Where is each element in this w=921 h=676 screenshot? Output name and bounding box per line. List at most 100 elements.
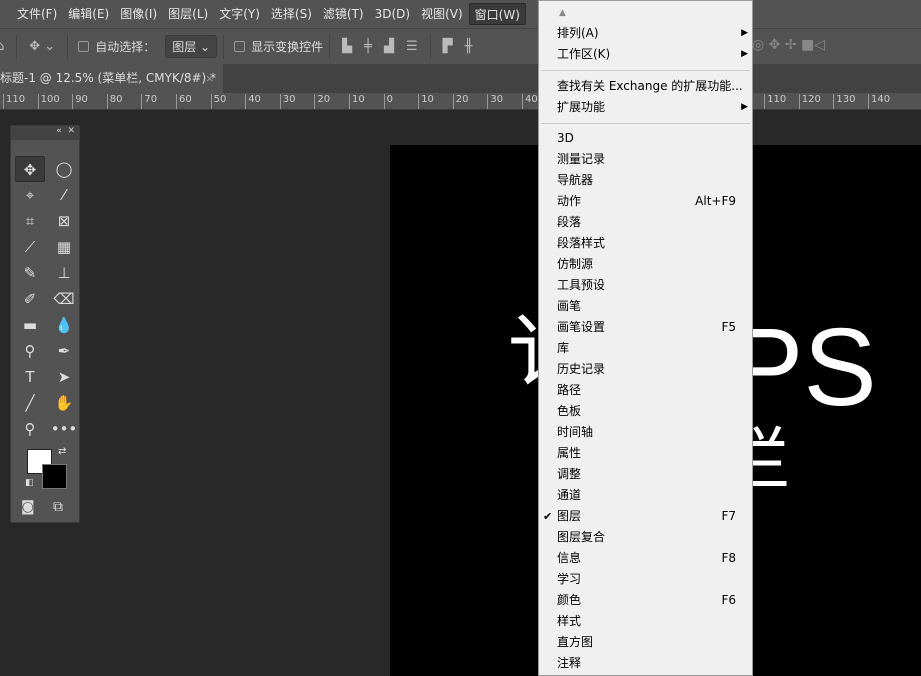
- dodge-tool-icon[interactable]: ⚲: [15, 338, 45, 364]
- crop-tool-icon[interactable]: ⌗: [15, 208, 45, 234]
- menu-6[interactable]: 滤镜(T): [318, 3, 369, 25]
- menu-item[interactable]: 注释: [539, 653, 752, 674]
- scroll-up-arrow-icon[interactable]: ▲: [539, 3, 752, 24]
- menu-5[interactable]: 选择(S): [266, 3, 317, 25]
- screen-mode-icon[interactable]: ⧉: [53, 499, 63, 515]
- close-tab-icon[interactable]: ×: [205, 64, 214, 93]
- stamp-tool-icon[interactable]: ⊥: [49, 260, 79, 286]
- menu-item[interactable]: 属性: [539, 443, 752, 464]
- gradient-tool-icon[interactable]: ▬: [15, 312, 45, 338]
- blur-tool-icon[interactable]: 💧: [49, 312, 79, 338]
- quick-mask-icon[interactable]: ◙: [21, 499, 35, 515]
- align-top-icon[interactable]: ▛: [443, 39, 453, 54]
- menu-item[interactable]: 历史记录: [539, 359, 752, 380]
- menu-item[interactable]: 动作 Alt+F9: [539, 191, 752, 212]
- menu-item[interactable]: 排列(A) ▶: [539, 23, 752, 44]
- menu-7[interactable]: 3D(D): [370, 3, 415, 25]
- more-tools-icon[interactable]: •••: [49, 416, 79, 442]
- 3d-mode-icons[interactable]: ◎ ✥ ✢ ■◁: [752, 37, 825, 53]
- menu-item-label: 颜色: [557, 593, 582, 607]
- show-transform-checkbox[interactable]: [234, 41, 246, 52]
- magic-wand-icon[interactable]: ⁄: [49, 182, 79, 208]
- align-left-icon[interactable]: ▙: [342, 39, 352, 54]
- menu-item-label: 路径: [557, 383, 582, 397]
- menu-9[interactable]: 窗口(W): [468, 3, 526, 25]
- align-vcenter-icon[interactable]: ╫: [465, 39, 473, 54]
- zoom-tool-icon[interactable]: ⚲: [15, 416, 45, 442]
- type-tool-icon[interactable]: T: [15, 364, 45, 390]
- menu-item[interactable]: 查找有关 Exchange 的扩展功能...: [539, 76, 752, 97]
- distribute-icon[interactable]: ☰: [406, 39, 418, 54]
- menu-item[interactable]: 调整: [539, 464, 752, 485]
- frame-tool-icon[interactable]: ⊠: [49, 208, 79, 234]
- move-tool-icon[interactable]: ✥ ⌄: [29, 39, 55, 54]
- background-color-swatch[interactable]: [42, 464, 67, 489]
- menu-item[interactable]: 测量记录: [539, 149, 752, 170]
- menu-3[interactable]: 图层(L): [163, 3, 213, 25]
- pen-tool-icon[interactable]: ✒: [49, 338, 79, 364]
- auto-select-checkbox[interactable]: [78, 41, 90, 52]
- menu-1[interactable]: 编辑(E): [63, 3, 114, 25]
- healing-brush-icon[interactable]: ▦: [49, 234, 79, 260]
- home-icon[interactable]: ⌂: [0, 39, 4, 54]
- menu-item[interactable]: 信息 F8: [539, 548, 752, 569]
- ruler-label: 50: [210, 94, 226, 109]
- ruler-label: 120: [798, 94, 821, 109]
- menu-item[interactable]: 样式: [539, 611, 752, 632]
- menu-item[interactable]: 画笔设置 F5: [539, 317, 752, 338]
- menu-item[interactable]: 图层 F7 ✔: [539, 506, 752, 527]
- checkmark-icon: ✔: [543, 510, 553, 523]
- menu-2[interactable]: 图像(I): [115, 3, 162, 25]
- tools-panel-header[interactable]: « ✕: [11, 126, 79, 140]
- menu-item[interactable]: 路径: [539, 380, 752, 401]
- divider: [329, 34, 331, 59]
- menu-item[interactable]: 工具预设: [539, 275, 752, 296]
- shortcut-label: F8: [721, 551, 736, 565]
- menu-item-label: 动作: [557, 194, 582, 208]
- menu-item[interactable]: 段落样式: [539, 233, 752, 254]
- ruler-label: 100: [37, 94, 60, 109]
- lasso-tool-icon[interactable]: ⌖: [15, 182, 45, 208]
- ruler-label: 110: [3, 94, 25, 109]
- menu-item[interactable]: 工作区(K) ▶: [539, 44, 752, 65]
- menu-item[interactable]: 导航器: [539, 170, 752, 191]
- menu-item[interactable]: 通道: [539, 485, 752, 506]
- menu-4[interactable]: 文字(Y): [214, 3, 265, 25]
- menu-item[interactable]: 时间轴: [539, 422, 752, 443]
- eyedropper-icon[interactable]: ⟋: [15, 234, 45, 260]
- menu-item[interactable]: 颜色 F6: [539, 590, 752, 611]
- menu-item[interactable]: 扩展功能 ▶: [539, 97, 752, 118]
- menu-item[interactable]: 图层复合: [539, 527, 752, 548]
- menu-item[interactable]: 仿制源: [539, 254, 752, 275]
- menu-separator: [541, 123, 750, 124]
- ruler-label: 20: [314, 94, 330, 109]
- marquee-tool-icon[interactable]: ◯: [49, 156, 79, 182]
- document-tab[interactable]: 标题-1 @ 12.5% (菜单栏, CMYK/8#) * ×: [0, 64, 223, 93]
- menu-item[interactable]: 3D: [539, 128, 752, 149]
- align-right-icon[interactable]: ▟: [384, 39, 394, 54]
- brush-tool-icon[interactable]: ✎: [15, 260, 45, 286]
- menu-item-label: 画笔设置: [557, 320, 606, 334]
- horizontal-ruler: 1101009080706050403020100102030405060708…: [0, 93, 921, 110]
- move-tool-icon[interactable]: ✥: [15, 156, 45, 182]
- layer-select-dropdown[interactable]: 图层 ⌄: [165, 35, 218, 58]
- menu-item[interactable]: 学习: [539, 569, 752, 590]
- line-tool-icon[interactable]: ╱: [15, 390, 45, 416]
- menu-item[interactable]: 画笔: [539, 296, 752, 317]
- align-hcenter-icon[interactable]: ╪: [364, 39, 372, 54]
- options-bar: ⌂ ✥ ⌄ 自动选择： 图层 ⌄ 显示变换控件 ▙ ╪ ▟ ☰ ▛ ╫ ◎ ✥ …: [0, 28, 921, 64]
- path-select-icon[interactable]: ➤: [49, 364, 79, 390]
- default-colors-icon[interactable]: ◧: [25, 478, 34, 488]
- hand-tool-icon[interactable]: ✋: [49, 390, 79, 416]
- history-brush-icon[interactable]: ✐: [15, 286, 45, 312]
- menu-item[interactable]: 段落: [539, 212, 752, 233]
- menu-0[interactable]: 文件(F): [12, 3, 62, 25]
- swap-colors-icon[interactable]: ⇄: [58, 446, 66, 457]
- menu-item[interactable]: 直方图: [539, 632, 752, 653]
- eraser-icon[interactable]: ⌫: [49, 286, 79, 312]
- menu-8[interactable]: 视图(V): [416, 3, 468, 25]
- menu-item[interactable]: 库: [539, 338, 752, 359]
- ruler-label: 10: [418, 94, 434, 109]
- menu-item[interactable]: 色板: [539, 401, 752, 422]
- menu-item-label: 图层: [557, 509, 582, 523]
